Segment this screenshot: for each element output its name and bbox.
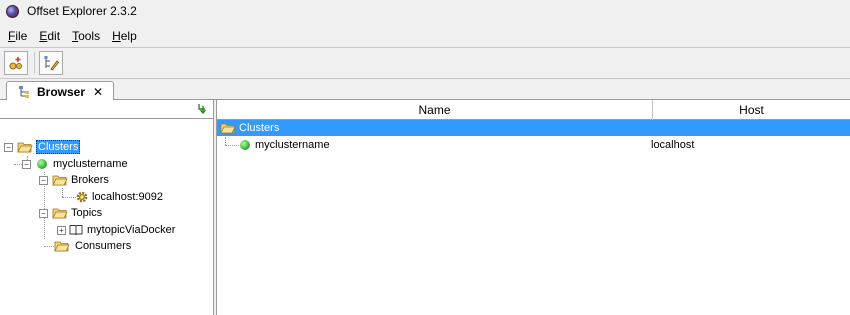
topic-book-icon bbox=[69, 225, 83, 236]
tab-browser-label: Browser bbox=[37, 84, 86, 99]
menu-help[interactable]: Help bbox=[107, 29, 142, 43]
tree-node-cluster[interactable]: − myclustername bbox=[22, 156, 128, 172]
tree-node-label: Consumers bbox=[75, 240, 132, 252]
tree-node-consumers[interactable]: Consumers bbox=[54, 238, 131, 254]
expand-toggle-icon[interactable]: + bbox=[57, 225, 66, 235]
edit-tree-button[interactable] bbox=[39, 51, 63, 75]
tab-browser[interactable]: Browser ✕ bbox=[6, 81, 114, 101]
browser-tree-icon bbox=[19, 85, 29, 98]
app-logo-icon bbox=[6, 4, 19, 18]
open-folder-icon bbox=[52, 175, 68, 186]
tree-node-broker[interactable]: localhost:9092 bbox=[76, 189, 163, 205]
broker-gear-icon bbox=[76, 191, 88, 203]
menu-edit[interactable]: Edit bbox=[34, 29, 65, 43]
collapse-toggle-icon[interactable]: − bbox=[39, 175, 48, 185]
edit-tree-icon bbox=[44, 56, 59, 71]
row-name-cell: Clusters bbox=[239, 122, 280, 134]
row-name-cell: myclustername bbox=[255, 139, 330, 151]
table-row[interactable]: myclustername localhost bbox=[217, 137, 850, 153]
row-host-cell: localhost bbox=[651, 139, 695, 151]
open-folder-icon bbox=[52, 208, 68, 219]
title-bar: Offset Explorer 2.3.2 bbox=[0, 0, 850, 22]
tree-node-topic[interactable]: + mytopicViaDocker bbox=[57, 222, 175, 238]
column-header-name[interactable]: Name bbox=[217, 100, 653, 120]
tab-strip: Browser ✕ bbox=[0, 79, 850, 101]
connected-status-icon bbox=[37, 159, 47, 169]
table-row[interactable]: Clusters bbox=[217, 120, 850, 136]
tree-node-clusters[interactable]: − Clusters bbox=[4, 139, 81, 155]
tree-node-label: mytopicViaDocker bbox=[87, 224, 176, 236]
tree-pane: − Clusters − myclustername − Brokers loc… bbox=[0, 100, 214, 315]
toolbar bbox=[0, 47, 850, 79]
add-cluster-icon bbox=[9, 57, 22, 70]
open-folder-icon bbox=[220, 123, 236, 134]
tree-connector bbox=[225, 145, 239, 146]
collapse-all-icon[interactable] bbox=[197, 103, 209, 115]
collapse-toggle-icon[interactable]: − bbox=[39, 208, 48, 218]
tree-connector bbox=[62, 197, 76, 198]
window-title: Offset Explorer 2.3.2 bbox=[27, 4, 137, 18]
collapse-toggle-icon[interactable]: − bbox=[22, 159, 31, 169]
tree-node-label: Clusters bbox=[36, 140, 81, 154]
column-header-host[interactable]: Host bbox=[653, 100, 850, 120]
menu-file[interactable]: File bbox=[3, 29, 32, 43]
toolbar-separator bbox=[34, 52, 35, 74]
tree-connector bbox=[44, 246, 54, 247]
add-cluster-button[interactable] bbox=[4, 51, 28, 75]
folder-icon bbox=[54, 241, 70, 252]
tree-node-label: Topics bbox=[71, 207, 103, 219]
table-header: Name Host bbox=[217, 100, 850, 120]
tree-connector bbox=[225, 137, 226, 145]
tree-node-label: myclustername bbox=[53, 158, 128, 170]
tree-node-label: Brokers bbox=[71, 174, 109, 186]
menu-tools[interactable]: Tools bbox=[67, 29, 105, 43]
tree-node-label: localhost:9092 bbox=[92, 191, 163, 203]
detail-table: Name Host Clusters myclustername localho… bbox=[217, 100, 850, 315]
tree-connector bbox=[62, 188, 63, 197]
collapse-toggle-icon[interactable]: − bbox=[4, 142, 13, 152]
tree-node-brokers[interactable]: − Brokers bbox=[39, 172, 109, 188]
menu-bar: File Edit Tools Help bbox=[0, 25, 850, 46]
tree-pane-header bbox=[0, 100, 213, 119]
connected-status-icon bbox=[240, 140, 250, 150]
tab-close-icon[interactable]: ✕ bbox=[93, 85, 103, 99]
open-folder-icon bbox=[17, 142, 33, 153]
tree-node-topics[interactable]: − Topics bbox=[39, 205, 102, 221]
